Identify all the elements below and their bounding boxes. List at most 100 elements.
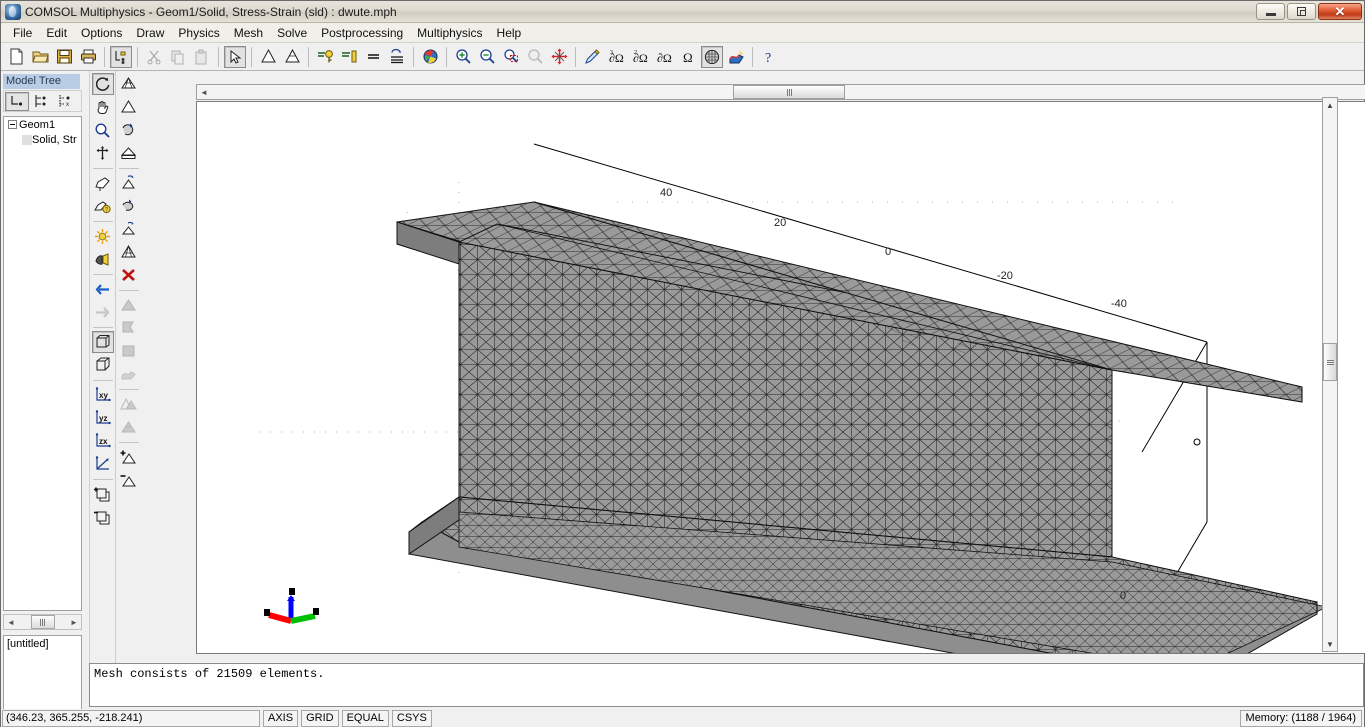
tree-node-solid-stress-strain[interactable]: Solid, Str (4, 132, 81, 147)
mesh-stat-1-icon[interactable] (118, 393, 140, 415)
copy-icon[interactable] (167, 46, 189, 68)
mesh-quality-icon[interactable] (118, 241, 140, 263)
menu-file[interactable]: File (6, 24, 39, 42)
mesh-plot-flag-icon[interactable] (118, 317, 140, 339)
perspective-cube-icon[interactable] (92, 354, 114, 376)
menu-postprocessing[interactable]: Postprocessing (314, 24, 410, 42)
mesh-mode-icon[interactable] (701, 45, 723, 68)
collapse-expander-icon[interactable] (8, 120, 17, 129)
view-zx-icon[interactable]: zx (92, 430, 114, 452)
graphics-scroll-left-icon[interactable]: ◄ (197, 85, 211, 99)
close-button[interactable]: ✕ (1318, 3, 1362, 20)
graphics-hscrollbar[interactable]: ◄ ► (196, 84, 1365, 100)
open-folder-icon[interactable] (29, 46, 51, 68)
menu-edit[interactable]: Edit (39, 24, 74, 42)
back-arrow-icon[interactable] (92, 278, 114, 300)
scene-light-icon[interactable] (92, 225, 114, 247)
postprocessing-icon[interactable] (725, 46, 747, 68)
headlight-bulb-icon[interactable] (92, 248, 114, 270)
help-question-icon[interactable]: ? (758, 46, 780, 68)
mesh-stat-2-icon[interactable] (118, 416, 140, 438)
forward-arrow-icon[interactable] (92, 301, 114, 323)
refine-mesh-icon[interactable] (281, 46, 303, 68)
mesh-triangle-icon[interactable] (118, 96, 140, 118)
save-floppy-icon[interactable] (53, 46, 75, 68)
menu-draw[interactable]: Draw (129, 24, 171, 42)
mesh-plot-square-icon[interactable] (118, 340, 140, 362)
select-geometry-icon[interactable] (92, 172, 114, 194)
subdomain-mode-icon[interactable]: ∂Ω (653, 46, 675, 68)
mesh-refine-1-icon[interactable] (118, 172, 140, 194)
orthographic-cube-icon[interactable] (91, 331, 114, 353)
model-tree-hscrollbar[interactable]: ◄ ► (3, 614, 82, 630)
zoom-box-icon[interactable] (92, 142, 114, 164)
equal-icon[interactable] (362, 46, 384, 68)
mesh-plot-surface-icon[interactable] (118, 363, 140, 385)
menu-options[interactable]: Options (74, 24, 129, 42)
mesh-refine-3-icon[interactable] (118, 218, 140, 240)
mesh-plot-solid-icon[interactable] (118, 294, 140, 316)
draw-mode-icon[interactable] (581, 46, 603, 68)
new-icon[interactable] (5, 46, 27, 68)
mesh-sub-icon[interactable] (118, 469, 140, 491)
point-mode-icon[interactable]: Ω (677, 46, 699, 68)
tree-node-geom1[interactable]: Geom1 (4, 117, 81, 132)
mesh-extrude-icon[interactable] (118, 142, 140, 164)
solver-manager-icon[interactable] (386, 46, 408, 68)
zoom-extents-icon[interactable] (524, 46, 546, 68)
graphics-hscroll-thumb[interactable] (733, 85, 845, 99)
3d-viewport[interactable]: 40 20 0 -20 -40 0 (196, 101, 1365, 654)
tree-view-flat-icon[interactable] (5, 91, 29, 111)
headlight-icon[interactable] (548, 46, 570, 68)
scrollbar-thumb[interactable] (30, 615, 55, 629)
solve-key-icon[interactable] (314, 46, 336, 68)
restore-button[interactable] (1287, 3, 1316, 20)
tree-view-grouped-icon[interactable] (29, 92, 53, 111)
graphics-vscrollbar[interactable]: ▲ ▼ (1322, 97, 1338, 652)
plot-params-icon[interactable] (419, 46, 441, 68)
mesh-delete-icon[interactable] (118, 264, 140, 286)
status-flag-grid[interactable]: GRID (301, 709, 339, 727)
paste-icon[interactable] (191, 46, 213, 68)
mesh-add-icon[interactable] (118, 446, 140, 468)
mesh-remesh-icon[interactable] (118, 119, 140, 141)
view-yz-icon[interactable]: yz (92, 407, 114, 429)
zoom-magnifier-icon[interactable] (92, 119, 114, 141)
zoom-out-minus-icon[interactable] (92, 506, 114, 528)
view-axonometric-icon[interactable] (92, 453, 114, 475)
status-flag-equal[interactable]: EQUAL (341, 709, 389, 727)
scroll-right-arrow-icon[interactable]: ► (67, 615, 81, 629)
cut-scissors-icon[interactable] (143, 46, 165, 68)
menu-mesh[interactable]: Mesh (227, 24, 270, 42)
zoom-in-plus-icon[interactable] (92, 483, 114, 505)
scroll-left-arrow-icon[interactable]: ◄ (4, 615, 18, 629)
zoom-window-icon[interactable] (500, 46, 522, 68)
graphics-scroll-down-icon[interactable]: ▼ (1323, 637, 1337, 651)
zoom-in-icon[interactable] (452, 46, 474, 68)
status-flag-axis[interactable]: AXIS (263, 709, 299, 727)
graphics-scroll-up-icon[interactable]: ▲ (1323, 98, 1337, 112)
boundary-mode-3-icon[interactable]: ∂Ω 3 (605, 46, 627, 68)
tree-view-detailed-icon[interactable]: x (53, 92, 77, 111)
mesh-free-icon[interactable] (118, 73, 140, 95)
select-help-icon[interactable]: ? (92, 195, 114, 217)
model-tree-icon[interactable] (110, 45, 132, 68)
menu-help[interactable]: Help (490, 24, 529, 42)
menu-solve[interactable]: Solve (270, 24, 314, 42)
mesh-refine-2-icon[interactable] (118, 195, 140, 217)
menu-multiphysics[interactable]: Multiphysics (410, 24, 489, 42)
message-log[interactable]: Mesh consists of 21509 elements. (89, 663, 1364, 707)
triangle-mesh-icon[interactable] (257, 46, 279, 68)
pan-hand-icon[interactable] (92, 96, 114, 118)
zoom-out-icon[interactable] (476, 46, 498, 68)
restart-icon[interactable] (338, 46, 360, 68)
graphics-vscroll-thumb[interactable] (1323, 343, 1337, 381)
model-tree-list[interactable]: Geom1 Solid, Str (3, 116, 82, 611)
pointer-select-icon[interactable] (224, 45, 246, 68)
print-icon[interactable] (77, 46, 99, 68)
minimize-button[interactable] (1256, 3, 1285, 20)
view-xy-icon[interactable]: xy (92, 384, 114, 406)
rotate-icon[interactable] (91, 73, 114, 95)
boundary-mode-2-icon[interactable]: ∂Ω 2 (629, 46, 651, 68)
menu-physics[interactable]: Physics (171, 24, 226, 42)
